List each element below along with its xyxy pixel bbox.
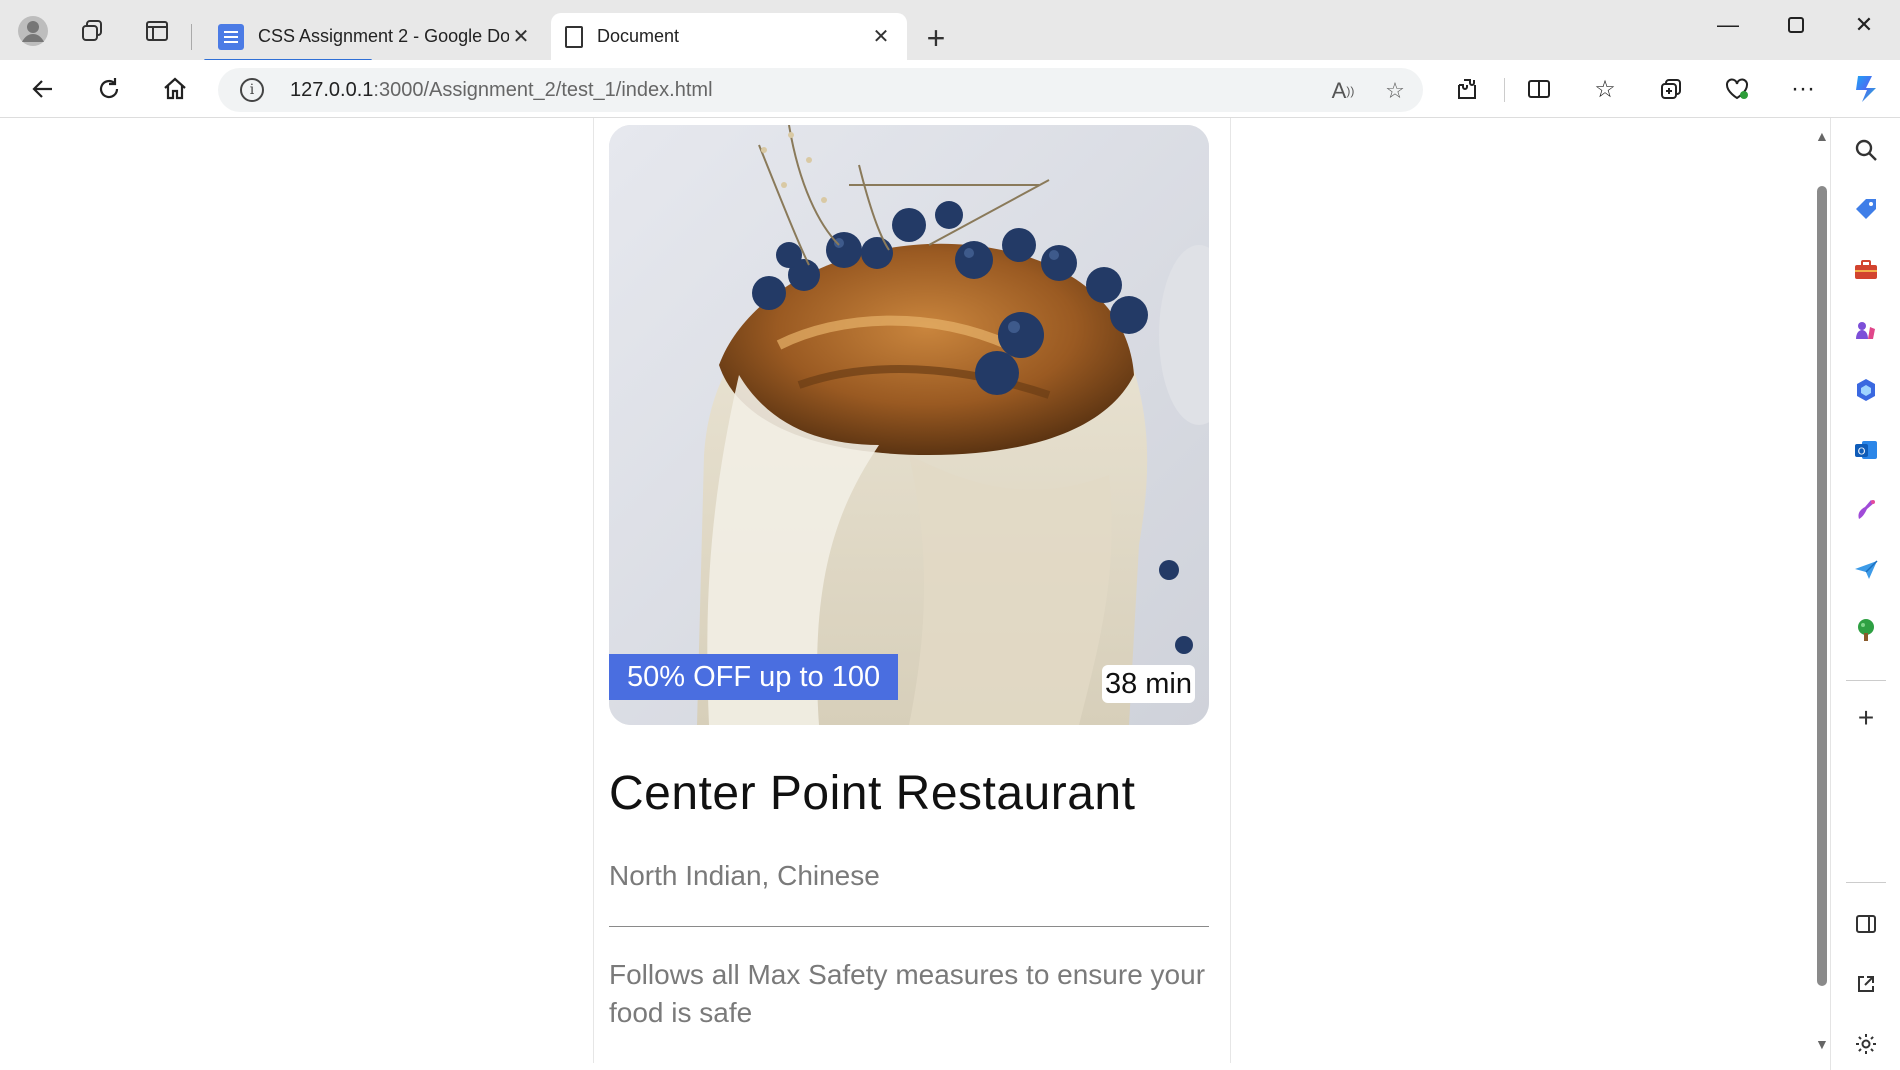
svg-text:O: O <box>1858 447 1866 458</box>
profile-icon[interactable] <box>12 10 54 52</box>
page-viewport: 50% OFF up to 100 38 min Center Point Re… <box>6 118 1818 1063</box>
tabstrip-divider <box>191 24 192 50</box>
outlook-icon[interactable]: O <box>1848 432 1884 468</box>
favorite-star-icon[interactable]: ☆ <box>1380 76 1410 106</box>
scroll-down-arrow[interactable]: ▼ <box>1815 1036 1829 1052</box>
tab-label: CSS Assignment 2 - Google Docs <box>258 26 509 46</box>
tab-google-docs[interactable]: CSS Assignment 2 - Google Docs ✕ <box>204 13 547 62</box>
sidebar-divider <box>1846 882 1886 883</box>
search-icon[interactable] <box>1848 132 1884 168</box>
restaurant-card[interactable]: 50% OFF up to 100 38 min Center Point Re… <box>593 118 1231 1063</box>
split-screen-icon[interactable] <box>1518 68 1560 110</box>
scrollbar-thumb[interactable] <box>1817 186 1827 986</box>
collections-icon[interactable] <box>1650 68 1692 110</box>
copilot-icon[interactable] <box>1844 68 1886 110</box>
page-scrollbar[interactable]: ▲ ▼ <box>1812 118 1830 1063</box>
tools-briefcase-icon[interactable] <box>1848 252 1884 288</box>
browser-essentials-icon[interactable] <box>1716 68 1758 110</box>
shopping-tag-icon[interactable] <box>1848 192 1884 228</box>
games-icon[interactable] <box>1848 312 1884 348</box>
tab-actions-icon[interactable] <box>136 10 178 52</box>
toolbar-divider <box>1504 78 1505 102</box>
microsoft-365-icon[interactable] <box>1848 372 1884 408</box>
favorites-icon[interactable]: ☆ <box>1584 68 1626 110</box>
new-tab-button[interactable]: + <box>916 18 956 58</box>
tab-document[interactable]: Document ✕ <box>551 13 907 60</box>
site-info-icon[interactable]: i <box>240 78 264 102</box>
divider <box>609 926 1209 927</box>
add-icon[interactable]: + <box>1848 700 1884 736</box>
back-button[interactable] <box>22 68 64 110</box>
read-aloud-icon[interactable]: A)) <box>1328 76 1358 106</box>
url-text[interactable]: 127.0.0.1:3000/Assignment_2/test_1/index… <box>290 79 713 102</box>
settings-gear-icon[interactable] <box>1848 1026 1884 1062</box>
designer-icon[interactable] <box>1848 492 1884 528</box>
home-button[interactable] <box>154 68 196 110</box>
tab-label: Document <box>597 26 680 46</box>
more-options-icon[interactable]: ··· <box>1782 68 1824 110</box>
google-docs-icon <box>218 23 244 50</box>
scroll-up-arrow[interactable]: ▲ <box>1815 128 1829 144</box>
delivery-time-badge: 38 min <box>1101 665 1195 703</box>
refresh-button[interactable] <box>88 68 130 110</box>
hide-sidebar-icon[interactable] <box>1848 906 1884 942</box>
open-external-icon[interactable] <box>1848 966 1884 1002</box>
close-icon[interactable]: ✕ <box>869 25 893 49</box>
navigation-toolbar: i 127.0.0.1:3000/Assignment_2/test_1/ind… <box>0 60 1900 118</box>
sidebar-divider <box>1846 680 1886 681</box>
cuisine-text: North Indian, Chinese <box>609 860 880 891</box>
page-icon <box>565 25 583 48</box>
minimize-button[interactable]: — <box>1698 8 1758 42</box>
address-bar[interactable]: i 127.0.0.1:3000/Assignment_2/test_1/ind… <box>218 68 1423 112</box>
tab-strip: CSS Assignment 2 - Google Docs ✕ Documen… <box>0 0 1900 62</box>
extensions-icon[interactable] <box>1446 68 1488 110</box>
safety-text: Follows all Max Safety measures to ensur… <box>609 959 1206 1028</box>
workspaces-icon[interactable] <box>72 10 114 52</box>
food-image: 50% OFF up to 100 38 min <box>609 125 1209 725</box>
discount-badge: 50% OFF up to 100 <box>609 654 899 700</box>
tree-icon[interactable] <box>1848 612 1884 648</box>
close-icon[interactable]: ✕ <box>509 25 533 49</box>
send-plane-icon[interactable] <box>1848 552 1884 588</box>
close-window-button[interactable]: ✕ <box>1834 8 1894 42</box>
edge-sidebar: O + <box>1830 118 1900 1070</box>
restaurant-name: Center Point Restaurant <box>609 767 1136 820</box>
maximize-button[interactable] <box>1766 8 1826 42</box>
browser-window: CSS Assignment 2 - Google Docs ✕ Documen… <box>0 0 1900 1070</box>
